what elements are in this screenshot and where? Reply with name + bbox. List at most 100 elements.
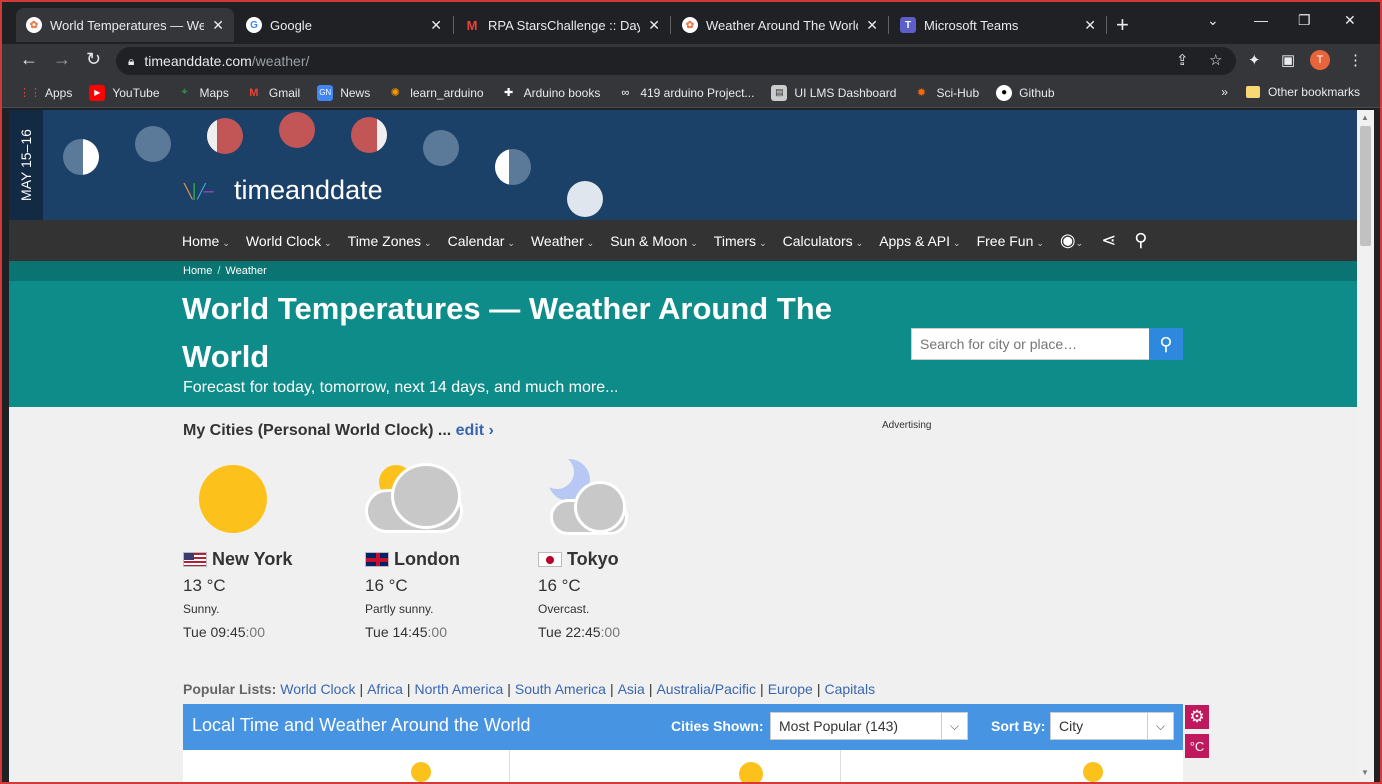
forward-button[interactable]: → [53, 49, 71, 70]
nav-label: Calculators [782, 232, 853, 249]
apps-grid-icon: ⋮⋮ [19, 87, 41, 99]
popular-link-asia[interactable]: Asia [618, 681, 645, 697]
nav-weather[interactable]: Weather ⌄ [531, 233, 594, 249]
tab-search-chevron-icon[interactable]: ⌄ [1207, 12, 1219, 29]
chevron-down-icon: ⌄ [424, 237, 432, 248]
popular-link-africa[interactable]: Africa [367, 681, 403, 697]
close-icon[interactable]: ✕ [430, 17, 442, 34]
profile-avatar[interactable]: T [1310, 50, 1330, 70]
nav-apps-api[interactable]: Apps & API ⌄ [879, 233, 960, 249]
sort-by-select[interactable]: City ⌵ [1050, 712, 1174, 740]
bookmark-youtube[interactable]: ▶ YouTube [89, 84, 160, 101]
restore-button[interactable]: ❐ [1298, 12, 1311, 29]
tab-title: World Temperatures — Weat [50, 17, 205, 33]
search-button[interactable]: ⚲ [1149, 328, 1183, 360]
share-icon[interactable]: ⇪ [1176, 51, 1189, 69]
city-card-tokyo[interactable]: Tokyo 16 °C Overcast. Tue 22:45:00 [538, 455, 708, 640]
nav-sun-moon[interactable]: Sun & Moon ⌄ [610, 233, 698, 249]
share-icon[interactable]: ⋖ [1101, 230, 1116, 251]
bookmark-news[interactable]: GN News [317, 84, 370, 101]
bookmark-label: Apps [45, 85, 73, 100]
nav-label: World Clock [245, 232, 322, 249]
tab-world-temperatures[interactable]: ✿ World Temperatures — Weat ✕ [16, 8, 234, 42]
city-time-seconds: :00 [600, 624, 620, 640]
popular-link-world-clock[interactable]: World Clock [280, 681, 355, 697]
bookmark-github[interactable]: ● Github [996, 84, 1055, 101]
site-logo[interactable]: ╲│╱─ timeanddate [184, 175, 383, 206]
moon-banner: MAY 15–16 ╲│╱─ timeanddate [9, 110, 1357, 220]
tab-title: Microsoft Teams [924, 17, 1019, 33]
window-close-button[interactable]: ✕ [1344, 12, 1356, 29]
moon-phase-icon [207, 118, 243, 154]
extensions-icon[interactable]: ✦ [1248, 51, 1261, 69]
tab-rpa-stars[interactable]: M RPA StarsChallenge :: Day 1 - ✕ [454, 8, 670, 42]
nav-free-fun[interactable]: Free Fun ⌄ [977, 233, 1044, 249]
back-button[interactable]: ← [20, 49, 38, 70]
japan-flag-icon [538, 552, 562, 567]
popular-link-europe[interactable]: Europe [768, 681, 813, 697]
city-time: Tue 14:45:00 [365, 624, 535, 640]
bookmark-maps[interactable]: ⌖ Maps [177, 85, 228, 101]
popular-link-north-america[interactable]: North America [415, 681, 504, 697]
logo-text: timeanddate [234, 175, 383, 205]
bookmark-learn-arduino[interactable]: ✺ learn_arduino [387, 85, 484, 101]
bookmark-419-arduino[interactable]: ∞ 419 arduino Project... [617, 85, 754, 101]
close-icon[interactable]: ✕ [866, 17, 878, 34]
city-time-main: Tue 22:45 [538, 624, 601, 640]
cities-table-partial [183, 750, 1183, 782]
menu-icon[interactable]: ⋮ [1348, 51, 1363, 69]
city-condition: Sunny. [183, 602, 220, 616]
tab-weather-around-the-world[interactable]: ✿ Weather Around The World - ✕ [672, 8, 888, 42]
minimize-button[interactable]: — [1254, 12, 1268, 28]
scrollbar-thumb[interactable] [1360, 126, 1371, 246]
close-icon[interactable]: ✕ [648, 17, 660, 34]
bookmark-ui-lms[interactable]: ▤ UI LMS Dashboard [771, 84, 896, 101]
cities-shown-value: Most Popular (143) [779, 718, 899, 734]
tab-microsoft-teams[interactable]: T Microsoft Teams ✕ [890, 8, 1106, 42]
city-search-input[interactable] [911, 328, 1149, 360]
page-scrollbar[interactable]: ▲ ▼ [1357, 110, 1374, 782]
sidebar-icon[interactable]: ▣ [1281, 51, 1295, 69]
other-bookmarks[interactable]: » Other bookmarks [1221, 85, 1360, 99]
search-icon[interactable]: ⚲ [1134, 230, 1147, 251]
chevron-down-icon: ⌄ [507, 237, 515, 248]
popular-link-capitals[interactable]: Capitals [824, 681, 875, 697]
bookmark-arduino-books[interactable]: ✚ Arduino books [501, 85, 600, 101]
city-card-london[interactable]: London 16 °C Partly sunny. Tue 14:45:00 [365, 459, 535, 640]
nav-world-clock[interactable]: World Clock ⌄ [246, 233, 332, 249]
popular-link-south-america[interactable]: South America [515, 681, 606, 697]
date-badge[interactable]: MAY 15–16 [9, 110, 43, 220]
new-tab-button[interactable]: + [1116, 12, 1129, 38]
weather-mini-icon [411, 762, 431, 782]
tab-google[interactable]: G Google ✕ [236, 8, 452, 42]
city-name: Tokyo [567, 549, 619, 569]
bookmark-sci-hub[interactable]: ✹ Sci-Hub [913, 85, 979, 101]
close-icon[interactable]: ✕ [1084, 17, 1096, 34]
breadcrumb-home[interactable]: Home [183, 265, 212, 277]
account-icon[interactable]: ◉⌄ [1060, 230, 1083, 251]
scroll-down-arrow-icon[interactable]: ▼ [1361, 768, 1369, 777]
breadcrumb-weather[interactable]: Weather [225, 265, 266, 277]
temperature-unit-toggle[interactable]: °C [1185, 734, 1209, 758]
nav-timers[interactable]: Timers ⌄ [714, 233, 767, 249]
bookmark-gmail[interactable]: M Gmail [246, 85, 300, 101]
close-icon[interactable]: ✕ [212, 17, 224, 34]
nav-calendar[interactable]: Calendar ⌄ [448, 233, 515, 249]
cities-shown-select[interactable]: Most Popular (143) ⌵ [770, 712, 968, 740]
nav-calculators[interactable]: Calculators ⌄ [783, 233, 864, 249]
city-temperature: 16 °C [365, 576, 408, 595]
city-name: New York [212, 549, 293, 569]
city-card-new-york[interactable]: New York 13 °C Sunny. Tue 09:45:00 [183, 459, 353, 640]
address-bar[interactable]: 🔒︎ timeanddate.com/weather/ [116, 47, 1236, 75]
scroll-up-arrow-icon[interactable]: ▲ [1361, 113, 1369, 122]
star-icon[interactable]: ☆ [1209, 51, 1222, 69]
reload-button[interactable]: ↻ [86, 49, 101, 70]
nav-home[interactable]: Home ⌄ [182, 233, 230, 249]
city-search: ⚲ [911, 328, 1183, 360]
edit-link[interactable]: edit › [456, 422, 494, 439]
nav-time-zones[interactable]: Time Zones ⌄ [348, 233, 432, 249]
popular-link-australia-pacific[interactable]: Australia/Pacific [656, 681, 756, 697]
settings-gear-button[interactable]: ⚙ [1185, 705, 1209, 729]
bookmark-apps[interactable]: ⋮⋮ Apps [19, 85, 73, 101]
chevron-double-right-icon[interactable]: » [1221, 85, 1228, 99]
